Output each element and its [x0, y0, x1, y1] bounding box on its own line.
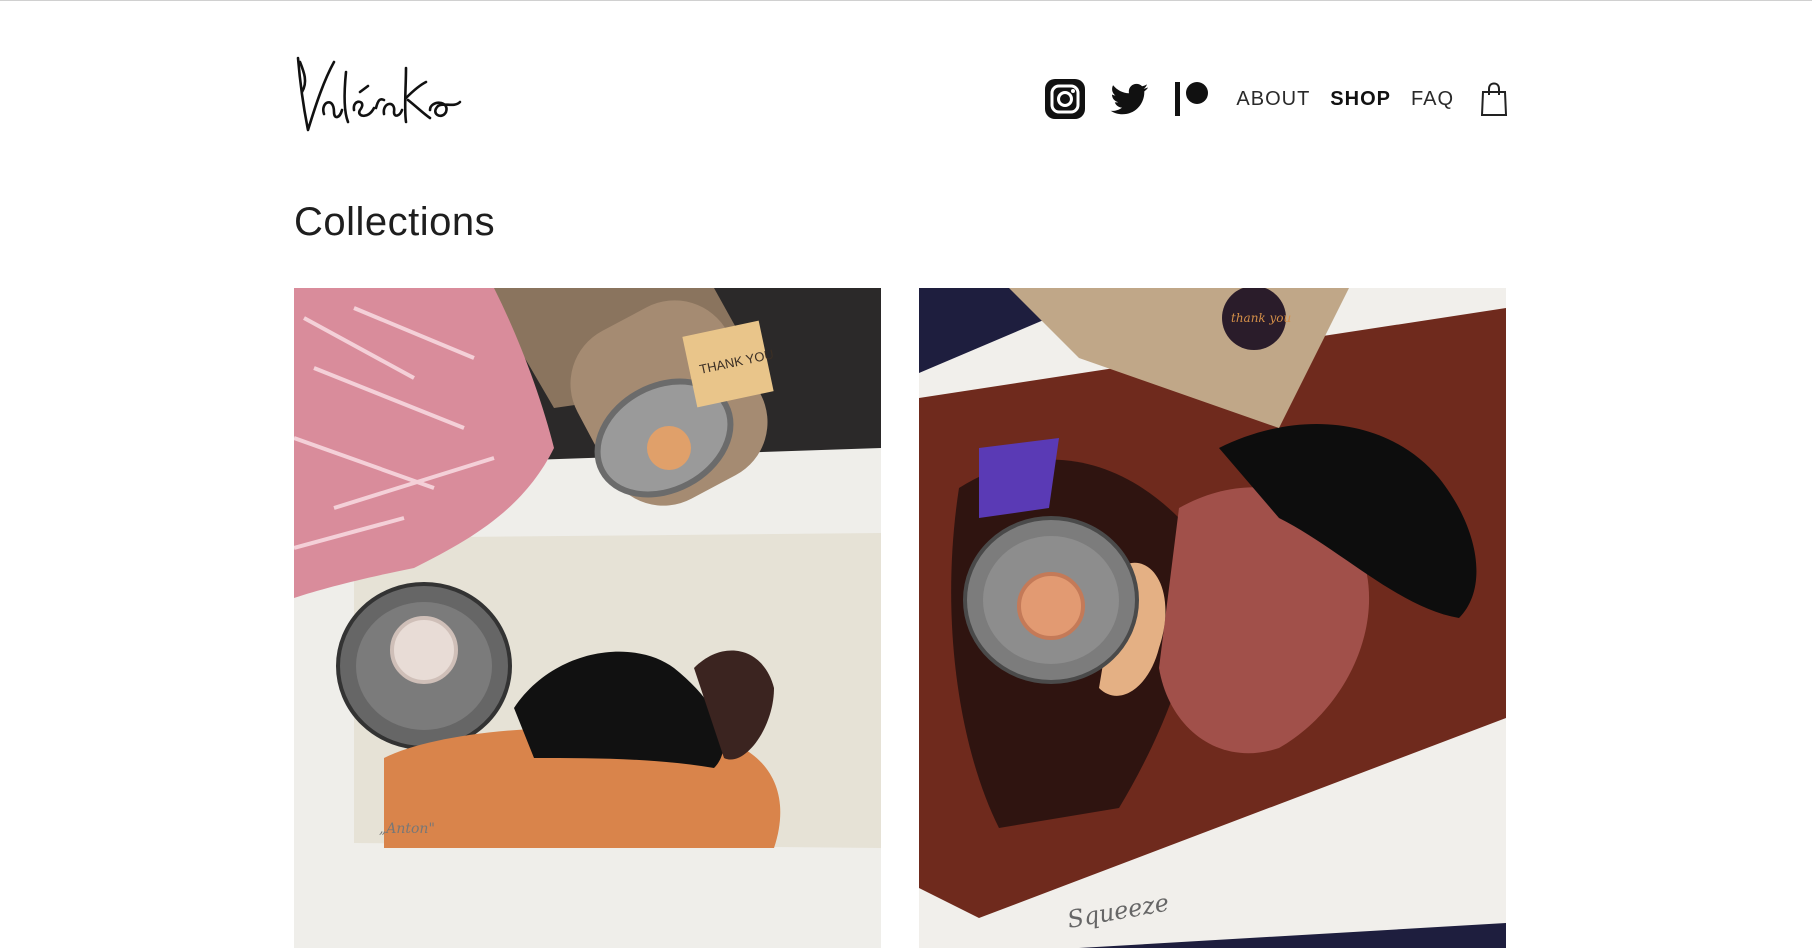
collection-image: thank you Squeeze: [919, 288, 1506, 948]
patreon-icon: [1175, 82, 1209, 116]
nav-about-link[interactable]: ABOUT: [1236, 88, 1310, 111]
collection-card[interactable]: THANK YOU „Anton": [294, 288, 881, 948]
shopping-bag-icon: [1480, 82, 1508, 116]
patreon-link[interactable]: [1172, 78, 1214, 120]
print-caption: „Anton": [379, 821, 435, 837]
logo-signature-icon: [296, 56, 462, 132]
instagram-link[interactable]: [1044, 78, 1086, 120]
collection-image: THANK YOU „Anton": [294, 288, 881, 948]
top-border: [0, 0, 1812, 1]
instagram-icon: [1045, 79, 1086, 119]
page-title: Collections: [294, 200, 496, 244]
site-logo[interactable]: [294, 52, 464, 136]
collections-grid: THANK YOU „Anton" thank you Squeeze: [294, 288, 1508, 948]
nav-shop-link[interactable]: SHOP: [1330, 88, 1391, 111]
sticker-text: thank you: [1231, 311, 1291, 325]
collection-card[interactable]: thank you Squeeze: [919, 288, 1506, 948]
twitter-icon: [1110, 83, 1149, 115]
main-nav: ABOUT SHOP FAQ: [1044, 78, 1508, 120]
twitter-link[interactable]: [1108, 78, 1150, 120]
cart-button[interactable]: [1480, 81, 1508, 117]
site-header: ABOUT SHOP FAQ: [294, 48, 1508, 138]
nav-faq-link[interactable]: FAQ: [1411, 88, 1454, 111]
